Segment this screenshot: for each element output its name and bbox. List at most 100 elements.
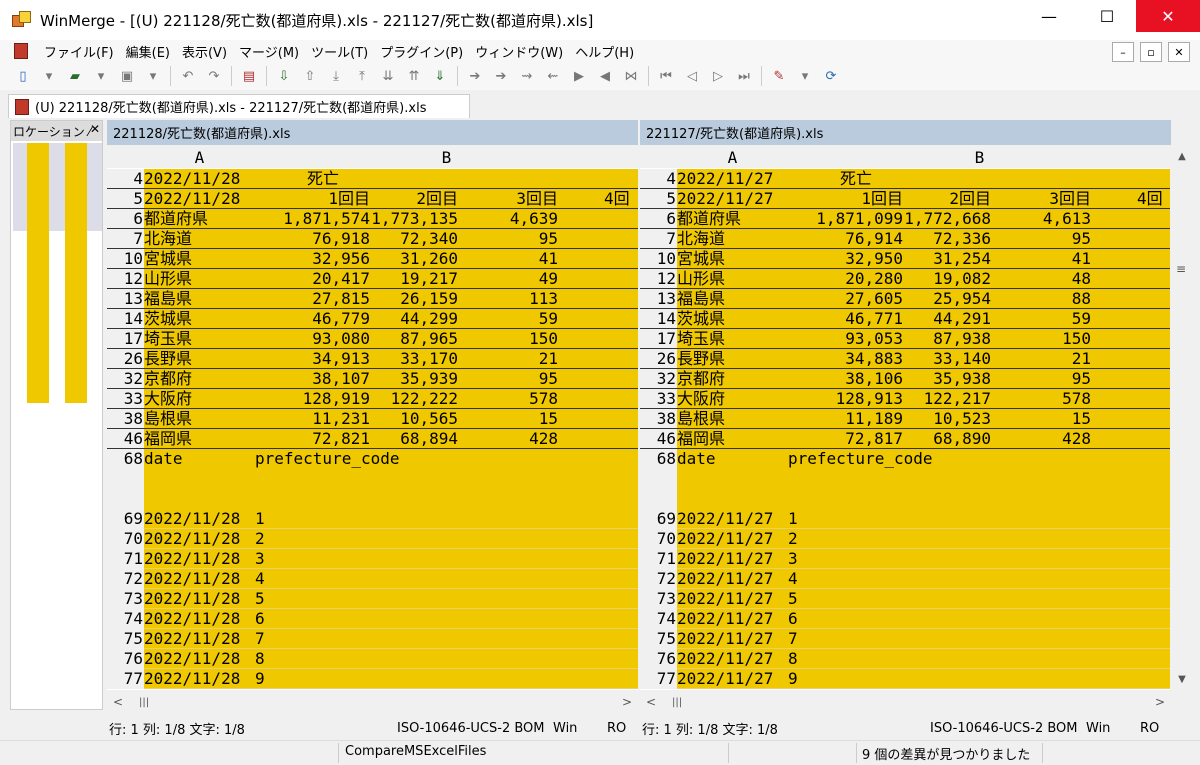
row-cells[interactable]: 2022/11/27 5 xyxy=(677,589,1171,609)
row-cells[interactable]: 2022/11/28 死亡 xyxy=(144,169,638,189)
close-icon[interactable]: ✕ xyxy=(90,122,100,136)
scroll-right-icon[interactable]: > xyxy=(1155,695,1165,709)
row-cells[interactable]: 福岡県 72,817 68,890 428 xyxy=(677,429,1171,449)
table-row[interactable]: 7 北海道 76,914 72,336 95 xyxy=(640,229,1171,249)
next-diff-icon[interactable]: ⇩ xyxy=(273,66,295,86)
row-cells[interactable]: 2022/11/28 6 xyxy=(144,609,638,629)
table-row[interactable]: 4 2022/11/27 死亡 xyxy=(640,169,1171,189)
row-cells[interactable]: 島根県 11,231 10,565 15 xyxy=(144,409,638,429)
current-diff-icon[interactable]: ⇊ xyxy=(377,66,399,86)
table-row[interactable]: 14 茨城県 46,771 44,291 59 xyxy=(640,309,1171,329)
row-cells[interactable]: 京都府 38,106 35,938 95 xyxy=(677,369,1171,389)
row-cells[interactable]: 大阪府 128,913 122,217 578 xyxy=(677,389,1171,409)
scroll-left-icon[interactable]: < xyxy=(646,695,656,709)
row-cells[interactable]: 山形県 20,280 19,082 48 xyxy=(677,269,1171,289)
table-row[interactable]: 70 2022/11/27 2 xyxy=(640,529,1171,549)
table-row[interactable]: 17 埼玉県 93,080 87,965 150 xyxy=(107,329,638,349)
scroll-down-icon[interactable]: ▼ xyxy=(1170,670,1194,690)
table-row[interactable]: 68 date prefecture_code xyxy=(107,449,638,509)
row-cells[interactable]: 2022/11/27 1 xyxy=(677,509,1171,529)
mdi-minimize-button[interactable]: – xyxy=(1112,42,1134,62)
table-row[interactable]: 71 2022/11/27 3 xyxy=(640,549,1171,569)
row-cells[interactable]: 2022/11/27 3 xyxy=(677,549,1171,569)
table-row[interactable]: 26 長野県 34,913 33,170 21 xyxy=(107,349,638,369)
refresh-icon[interactable]: ⟳ xyxy=(820,66,842,86)
minimize-button[interactable]: — xyxy=(1020,0,1078,32)
table-row[interactable]: 69 2022/11/27 1 xyxy=(640,509,1171,529)
table-row[interactable]: 5 2022/11/27 1回目 2回目 3回目 4回 xyxy=(640,189,1171,209)
dropdown-icon[interactable]: ▾ xyxy=(90,66,112,86)
row-cells[interactable]: 2022/11/28 1 xyxy=(144,509,638,529)
row-cells[interactable]: 2022/11/28 3 xyxy=(144,549,638,569)
table-row[interactable]: 38 島根県 11,231 10,565 15 xyxy=(107,409,638,429)
last-diff-icon[interactable]: ⤒ xyxy=(351,66,373,86)
row-cells[interactable]: 福岡県 72,821 68,894 428 xyxy=(144,429,638,449)
menu-plugins[interactable]: プラグイン(P) xyxy=(374,42,469,61)
scroll-right-icon[interactable]: > xyxy=(622,695,632,709)
table-row[interactable]: 12 山形県 20,417 19,217 49 xyxy=(107,269,638,289)
goto-diff-icon[interactable]: ⇈ xyxy=(403,66,425,86)
table-row[interactable]: 33 大阪府 128,913 122,217 578 xyxy=(640,389,1171,409)
table-row[interactable]: 73 2022/11/28 5 xyxy=(107,589,638,609)
copy-right-icon[interactable]: ➔ xyxy=(464,66,486,86)
menu-view[interactable]: 表示(V) xyxy=(176,42,233,61)
table-row[interactable]: 12 山形県 20,280 19,082 48 xyxy=(640,269,1171,289)
row-cells[interactable]: 2022/11/27 死亡 xyxy=(677,169,1171,189)
first-conflict-icon[interactable]: ⏮ xyxy=(655,66,677,86)
table-row[interactable]: 14 茨城県 46,779 44,299 59 xyxy=(107,309,638,329)
filter-icon[interactable]: ▤ xyxy=(238,66,260,86)
table-row[interactable]: 33 大阪府 128,919 122,222 578 xyxy=(107,389,638,409)
table-row[interactable]: 71 2022/11/28 3 xyxy=(107,549,638,569)
table-row[interactable]: 77 2022/11/28 9 xyxy=(107,669,638,689)
table-row[interactable]: 46 福岡県 72,821 68,894 428 xyxy=(107,429,638,449)
row-cells[interactable]: 2022/11/27 4 xyxy=(677,569,1171,589)
location-pane[interactable]: ロケーション ⁄ ✕ xyxy=(10,120,103,710)
table-row[interactable]: 38 島根県 11,189 10,523 15 xyxy=(640,409,1171,429)
table-row[interactable]: 77 2022/11/27 9 xyxy=(640,669,1171,689)
dropdown-icon[interactable]: ▾ xyxy=(38,66,60,86)
first-diff-icon[interactable]: ⤓ xyxy=(325,66,347,86)
scroll-up-icon[interactable]: ▲ xyxy=(1170,147,1194,167)
row-cells[interactable]: date prefecture_code xyxy=(677,449,1171,509)
row-cells[interactable]: date prefecture_code xyxy=(144,449,638,509)
row-cells[interactable]: 都道府県 1,871,099 1,772,668 4,613 xyxy=(677,209,1171,229)
row-cells[interactable]: 2022/11/28 2 xyxy=(144,529,638,549)
table-row[interactable]: 32 京都府 38,107 35,939 95 xyxy=(107,369,638,389)
table-row[interactable]: 4 2022/11/28 死亡 xyxy=(107,169,638,189)
table-row[interactable]: 6 都道府県 1,871,099 1,772,668 4,613 xyxy=(640,209,1171,229)
save-icon[interactable]: ▣ xyxy=(116,66,138,86)
table-row[interactable]: 75 2022/11/28 7 xyxy=(107,629,638,649)
scroll-left-icon[interactable]: < xyxy=(113,695,123,709)
row-cells[interactable]: 都道府県 1,871,574 1,773,135 4,639 xyxy=(144,209,638,229)
table-row[interactable]: 76 2022/11/27 8 xyxy=(640,649,1171,669)
copy-left-icon[interactable]: ➔ xyxy=(490,66,512,86)
row-cells[interactable]: 宮城県 32,950 31,254 41 xyxy=(677,249,1171,269)
menu-help[interactable]: ヘルプ(H) xyxy=(569,42,640,61)
row-cells[interactable]: 長野県 34,883 33,140 21 xyxy=(677,349,1171,369)
undo-icon[interactable]: ↶ xyxy=(177,66,199,86)
mdi-close-button[interactable]: ✕ xyxy=(1168,42,1190,62)
row-cells[interactable]: 2022/11/28 7 xyxy=(144,629,638,649)
table-row[interactable]: 74 2022/11/27 6 xyxy=(640,609,1171,629)
right-horizontal-scrollbar[interactable]: < ||| > xyxy=(640,694,1171,712)
scroll-thumb-icon[interactable]: ||| xyxy=(672,697,684,709)
row-cells[interactable]: 長野県 34,913 33,170 21 xyxy=(144,349,638,369)
row-cells[interactable]: 2022/11/28 9 xyxy=(144,669,638,689)
dropdown-icon[interactable]: ▾ xyxy=(794,66,816,86)
table-row[interactable]: 69 2022/11/28 1 xyxy=(107,509,638,529)
table-row[interactable]: 73 2022/11/27 5 xyxy=(640,589,1171,609)
left-grid[interactable]: A B 4 2022/11/28 死亡 5 2022/11/28 1回目 2回目 3回目 4回 6… xyxy=(107,147,638,690)
dropdown-icon[interactable]: ▾ xyxy=(142,66,164,86)
right-pane[interactable]: 221127/死亡数(都道府県).xls A B 4 2022/11/27 死亡 5 2… xyxy=(640,120,1171,690)
row-cells[interactable]: 2022/11/28 1回目 2回目 3回目 4回 xyxy=(144,189,638,209)
table-row[interactable]: 72 2022/11/27 4 xyxy=(640,569,1171,589)
row-cells[interactable]: 2022/11/28 5 xyxy=(144,589,638,609)
table-row[interactable]: 76 2022/11/28 8 xyxy=(107,649,638,669)
left-pane[interactable]: 221128/死亡数(都道府県).xls A B 4 2022/11/28 死亡 5 2… xyxy=(107,120,638,690)
table-row[interactable]: 68 date prefecture_code xyxy=(640,449,1171,509)
menu-edit[interactable]: 編集(E) xyxy=(120,42,176,61)
row-cells[interactable]: 茨城県 46,779 44,299 59 xyxy=(144,309,638,329)
copy-right-advance-icon[interactable]: ⇝ xyxy=(516,66,538,86)
open-folder-icon[interactable]: ▰ xyxy=(64,66,86,86)
row-cells[interactable]: 福島県 27,605 25,954 88 xyxy=(677,289,1171,309)
